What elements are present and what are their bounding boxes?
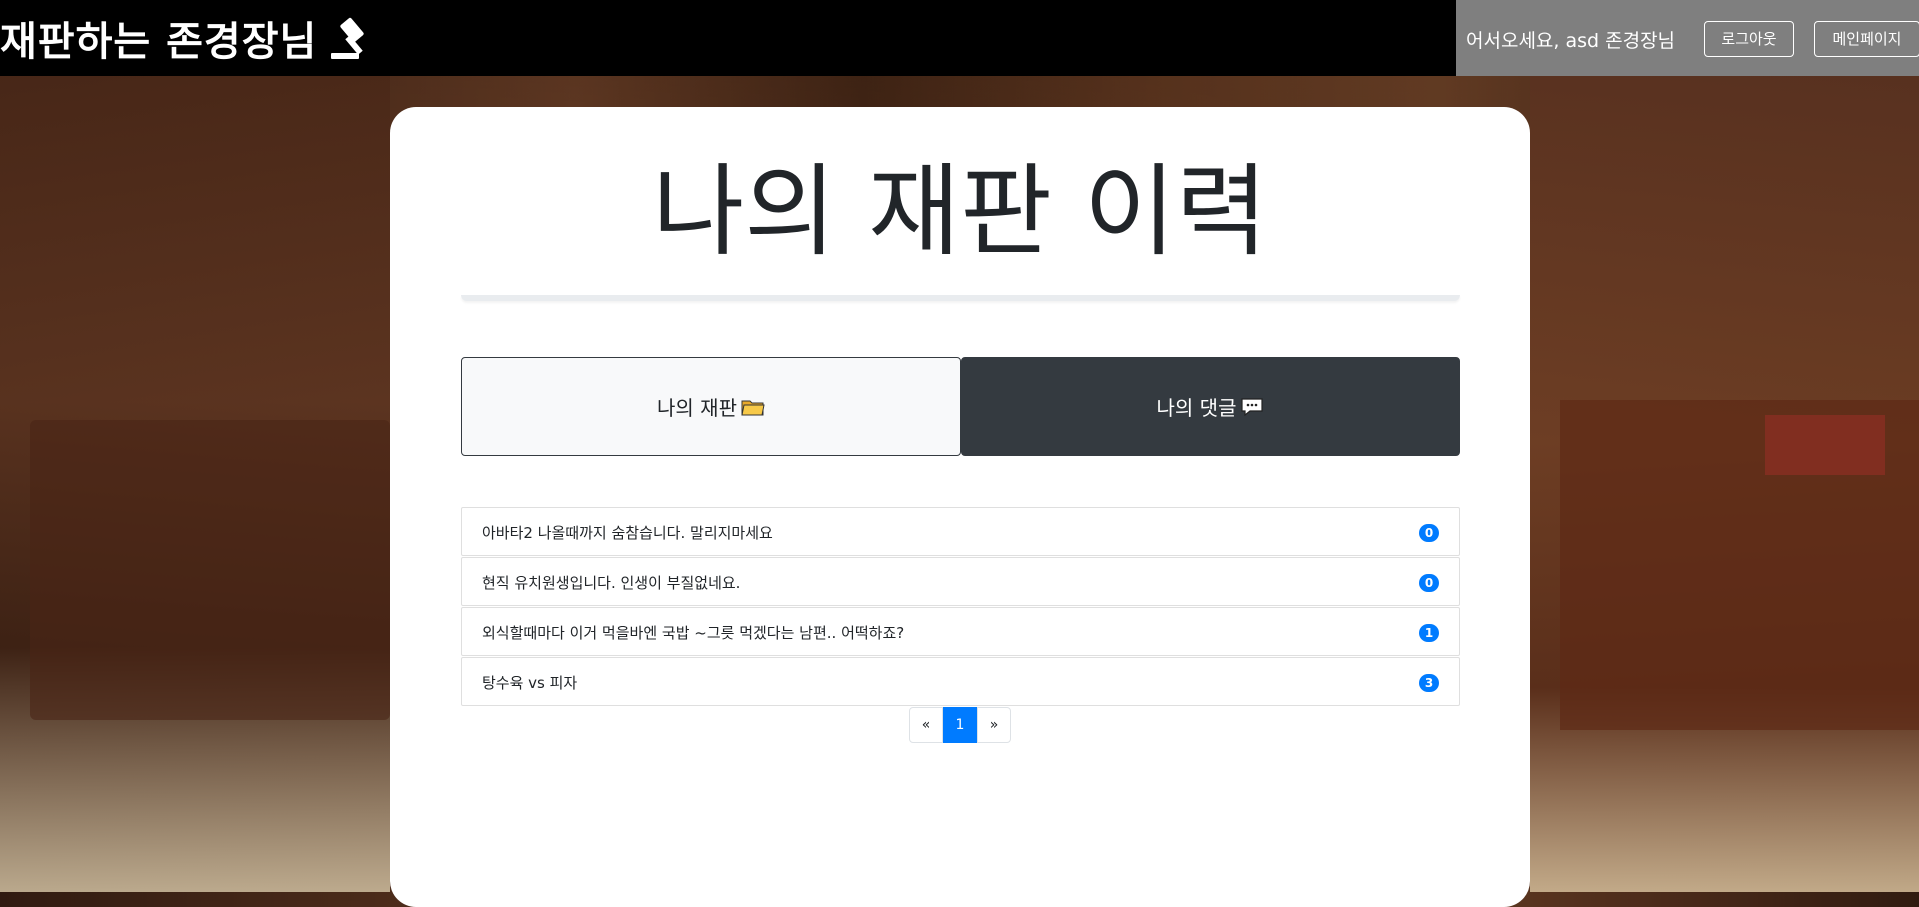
- list-item[interactable]: 탕수육 vs 피자 3: [461, 657, 1460, 706]
- comment-post-title: 아바타2 나올때까지 숨참습니다. 말리지마세요: [482, 524, 773, 542]
- brand-title: 재판하는 존경장님: [0, 18, 318, 65]
- brand-logo[interactable]: 재판하는 존경장님: [0, 10, 377, 66]
- user-nav: 어서오세요, asd 존경장님 로그아웃 메인페이지: [1456, 0, 1919, 76]
- comment-post-title: 외식할때마다 이거 먹을바엔 국밥 ~그릇 먹겠다는 남편.. 어떡하죠?: [482, 624, 905, 642]
- pagination: « 1 »: [909, 707, 1011, 743]
- prev-page-button[interactable]: «: [909, 707, 943, 743]
- reply-count-badge: 1: [1419, 624, 1439, 642]
- speech-bubble-icon: [1241, 397, 1264, 416]
- folder-icon: [741, 400, 765, 415]
- tab-my-trials-label: 나의 재판: [657, 396, 737, 420]
- next-page-button[interactable]: »: [977, 707, 1011, 743]
- reply-count-badge: 3: [1419, 674, 1439, 692]
- reply-count-badge: 0: [1419, 524, 1439, 542]
- tab-my-comments[interactable]: 나의 댓글: [961, 357, 1460, 456]
- reply-count-badge: 0: [1419, 574, 1439, 592]
- title-divider: [461, 295, 1460, 301]
- top-navbar: 재판하는 존경장님 어서오세요, asd 존경장님 로그아웃 메인페이지: [0, 0, 1919, 76]
- tab-my-trials[interactable]: 나의 재판: [461, 357, 961, 456]
- comment-post-title: 탕수육 vs 피자: [482, 674, 578, 692]
- history-card: 나의 재판 이력 나의 재판 나의 댓글 아바타2 나올때까지 숨참습니다. 말…: [390, 107, 1530, 907]
- logout-button[interactable]: 로그아웃: [1704, 21, 1794, 57]
- welcome-text: 어서오세요, asd 존경장님: [1466, 30, 1676, 52]
- page-title: 나의 재판 이력: [652, 153, 1268, 270]
- comment-list: 아바타2 나올때까지 숨참습니다. 말리지마세요 0 현직 유치원생입니다. 인…: [461, 507, 1460, 707]
- comment-post-title: 현직 유치원생입니다. 인생이 부질없네요.: [482, 574, 741, 592]
- list-item[interactable]: 현직 유치원생입니다. 인생이 부질없네요. 0: [461, 557, 1460, 606]
- main-page-button[interactable]: 메인페이지: [1814, 21, 1919, 57]
- list-item[interactable]: 아바타2 나올때까지 숨참습니다. 말리지마세요 0: [461, 507, 1460, 556]
- list-item[interactable]: 외식할때마다 이거 먹을바엔 국밥 ~그릇 먹겠다는 남편.. 어떡하죠? 1: [461, 607, 1460, 656]
- gavel-icon: [331, 17, 364, 59]
- page-1-button[interactable]: 1: [943, 707, 977, 743]
- tab-my-comments-label: 나의 댓글: [1156, 396, 1237, 420]
